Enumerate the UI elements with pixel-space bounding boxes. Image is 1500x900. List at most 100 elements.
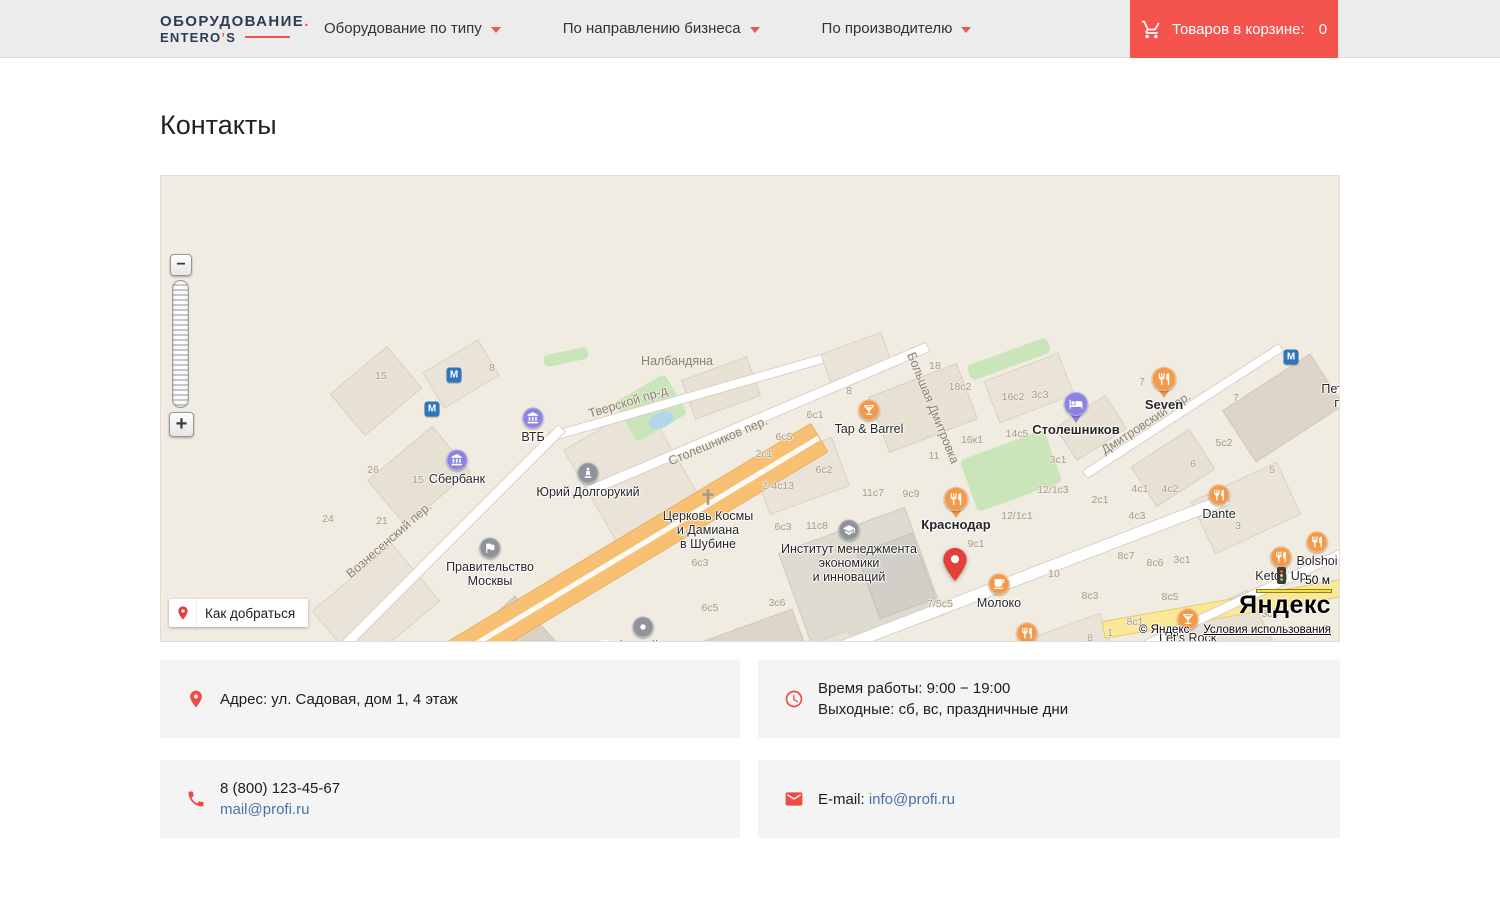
house-number: 14с5 <box>1006 428 1029 440</box>
hours-line2: Выходные: сб, вс, праздничные дни <box>818 699 1068 720</box>
main-nav: Оборудование по типу По направлению бизн… <box>324 20 971 37</box>
nav-equipment-by-type[interactable]: Оборудование по типу <box>324 20 501 37</box>
poi-label: Сбербанк <box>429 472 485 486</box>
nav-label: По производителю <box>822 20 953 37</box>
cross-icon <box>699 488 718 507</box>
house-number: 5 <box>1269 464 1275 476</box>
cart-icon <box>1141 19 1162 40</box>
yandex-map[interactable]: − + Как добраться 50 м Яндекс © Яндекс У… <box>160 175 1340 642</box>
zoom-in-button[interactable]: + <box>169 412 194 437</box>
envelope-icon <box>784 789 804 809</box>
poi-label: ВТБ <box>521 430 544 444</box>
map-attribution: © Яндекс Условия использования <box>1139 624 1331 636</box>
poi-label: Юрий Долгорукий <box>536 485 639 499</box>
house-number: 4с3 <box>1129 510 1146 522</box>
email-card: E-mail: info@profi.ru <box>758 760 1340 838</box>
directions-button[interactable]: Как добраться <box>169 599 308 627</box>
phone-number: 8 (800) 123-45-67 <box>220 778 340 799</box>
restaurant-icon <box>1271 547 1292 568</box>
contact-cards: Адрес: ул. Садовая, дом 1, 4 этаж Время … <box>160 660 1340 838</box>
nav-label: Оборудование по типу <box>324 20 482 37</box>
location-pin-icon <box>186 689 206 709</box>
metro-icon: М <box>447 368 462 383</box>
restaurant-icon <box>1209 485 1230 506</box>
house-number: 8с5 <box>1162 591 1179 603</box>
house-number: 3с1 <box>1174 554 1191 566</box>
hours-card: Время работы: 9:00 − 19:00 Выходные: сб,… <box>758 660 1340 738</box>
cart-button[interactable]: Товаров в корзине: 0 <box>1130 0 1338 58</box>
poi-label: Tap & Barrel <box>835 422 904 436</box>
house-number: 2с1 <box>1092 494 1109 506</box>
metro-icon: М <box>425 402 440 417</box>
nav-by-manufacturer[interactable]: По производителю <box>822 20 972 37</box>
address-text: Адрес: ул. Садовая, дом 1, 4 этаж <box>220 689 458 710</box>
zoom-out-button[interactable]: − <box>170 254 192 276</box>
email-link[interactable]: info@profi.ru <box>869 791 955 808</box>
house-number: 6с5 <box>776 431 793 443</box>
poi-label: Табачный мир <box>602 639 685 642</box>
phone-card: 8 (800) 123-45-67 mail@profi.ru <box>160 760 740 838</box>
building <box>330 346 423 436</box>
nav-label: По направлению бизнеса <box>563 20 741 37</box>
house-number: 24 <box>322 513 334 525</box>
house-number: 7 <box>1139 376 1145 388</box>
zoom-slider[interactable] <box>172 280 189 408</box>
mail-link[interactable]: mail@profi.ru <box>220 801 309 818</box>
house-number: 18 <box>929 360 941 372</box>
house-number: 2-4с13 <box>762 480 794 492</box>
house-number: 11с7 <box>862 487 884 499</box>
house-number: 11с8 <box>806 520 828 532</box>
yandex-logo[interactable]: Яндекс <box>1239 591 1331 620</box>
monument-icon <box>578 463 599 484</box>
terms-link[interactable]: Условия использования <box>1203 624 1331 636</box>
restaurant-icon <box>944 487 968 511</box>
house-number: 16к1 <box>961 434 983 446</box>
copyright-text: © Яндекс <box>1139 624 1189 636</box>
house-number: 2с1 <box>756 448 773 460</box>
restaurant-icon <box>1152 367 1176 391</box>
house-number: 5с2 <box>1216 437 1233 449</box>
logo-line2: ENTERO’S <box>160 30 290 45</box>
house-number: 7 <box>1233 392 1239 404</box>
house-number: 8 <box>846 385 852 397</box>
page-title: Контакты <box>160 110 1500 141</box>
cart-label: Товаров в корзине: <box>1172 21 1305 38</box>
house-number: 8 <box>1087 632 1093 642</box>
house-number: 3 <box>1235 520 1241 532</box>
scale-label: 50 м <box>1256 573 1332 587</box>
house-number: 9с9 <box>903 488 920 500</box>
clock-icon <box>784 689 804 709</box>
nav-by-business[interactable]: По направлению бизнеса <box>563 20 760 37</box>
school-icon <box>839 520 860 541</box>
house-number: 9с1 <box>968 538 985 550</box>
chevron-down-icon <box>491 27 501 33</box>
poi-label: Краснодар <box>921 518 990 532</box>
address-card: Адрес: ул. Садовая, дом 1, 4 этаж <box>160 660 740 738</box>
house-number: 6 <box>1190 458 1196 470</box>
house-number: 15 <box>375 370 387 382</box>
house-number: 8с7 <box>1118 550 1135 562</box>
house-number: 11 <box>929 450 940 462</box>
house-number: 8с6 <box>1147 557 1164 569</box>
restaurant-icon <box>1307 532 1328 553</box>
chevron-down-icon <box>961 27 971 33</box>
house-number: 12/1с3 <box>1037 484 1069 496</box>
house-number: 6с3 <box>775 521 792 533</box>
restaurant-icon <box>1017 623 1038 643</box>
poi-label: Столешников <box>1032 423 1119 437</box>
header: ОБОРУДОВАНИЕ. ENTERO’S Оборудование по т… <box>0 0 1500 58</box>
dot-icon <box>633 617 654 638</box>
house-number: 4с1 <box>1132 483 1149 495</box>
house-number: 6с5 <box>702 602 719 614</box>
map-scale: 50 м <box>1256 573 1332 593</box>
metro-icon: М <box>1284 350 1299 365</box>
logo-underline <box>245 36 290 38</box>
logo-line1: ОБОРУДОВАНИЕ. <box>160 13 290 30</box>
house-number: 6с3 <box>692 557 709 569</box>
logo[interactable]: ОБОРУДОВАНИЕ. ENTERO’S <box>160 13 290 45</box>
house-number: 3с6 <box>769 597 786 609</box>
house-number: 8с3 <box>1082 590 1099 602</box>
directions-label: Как добраться <box>197 606 308 621</box>
hotel-icon <box>1064 392 1088 416</box>
poi-label: Молоко <box>977 596 1021 610</box>
